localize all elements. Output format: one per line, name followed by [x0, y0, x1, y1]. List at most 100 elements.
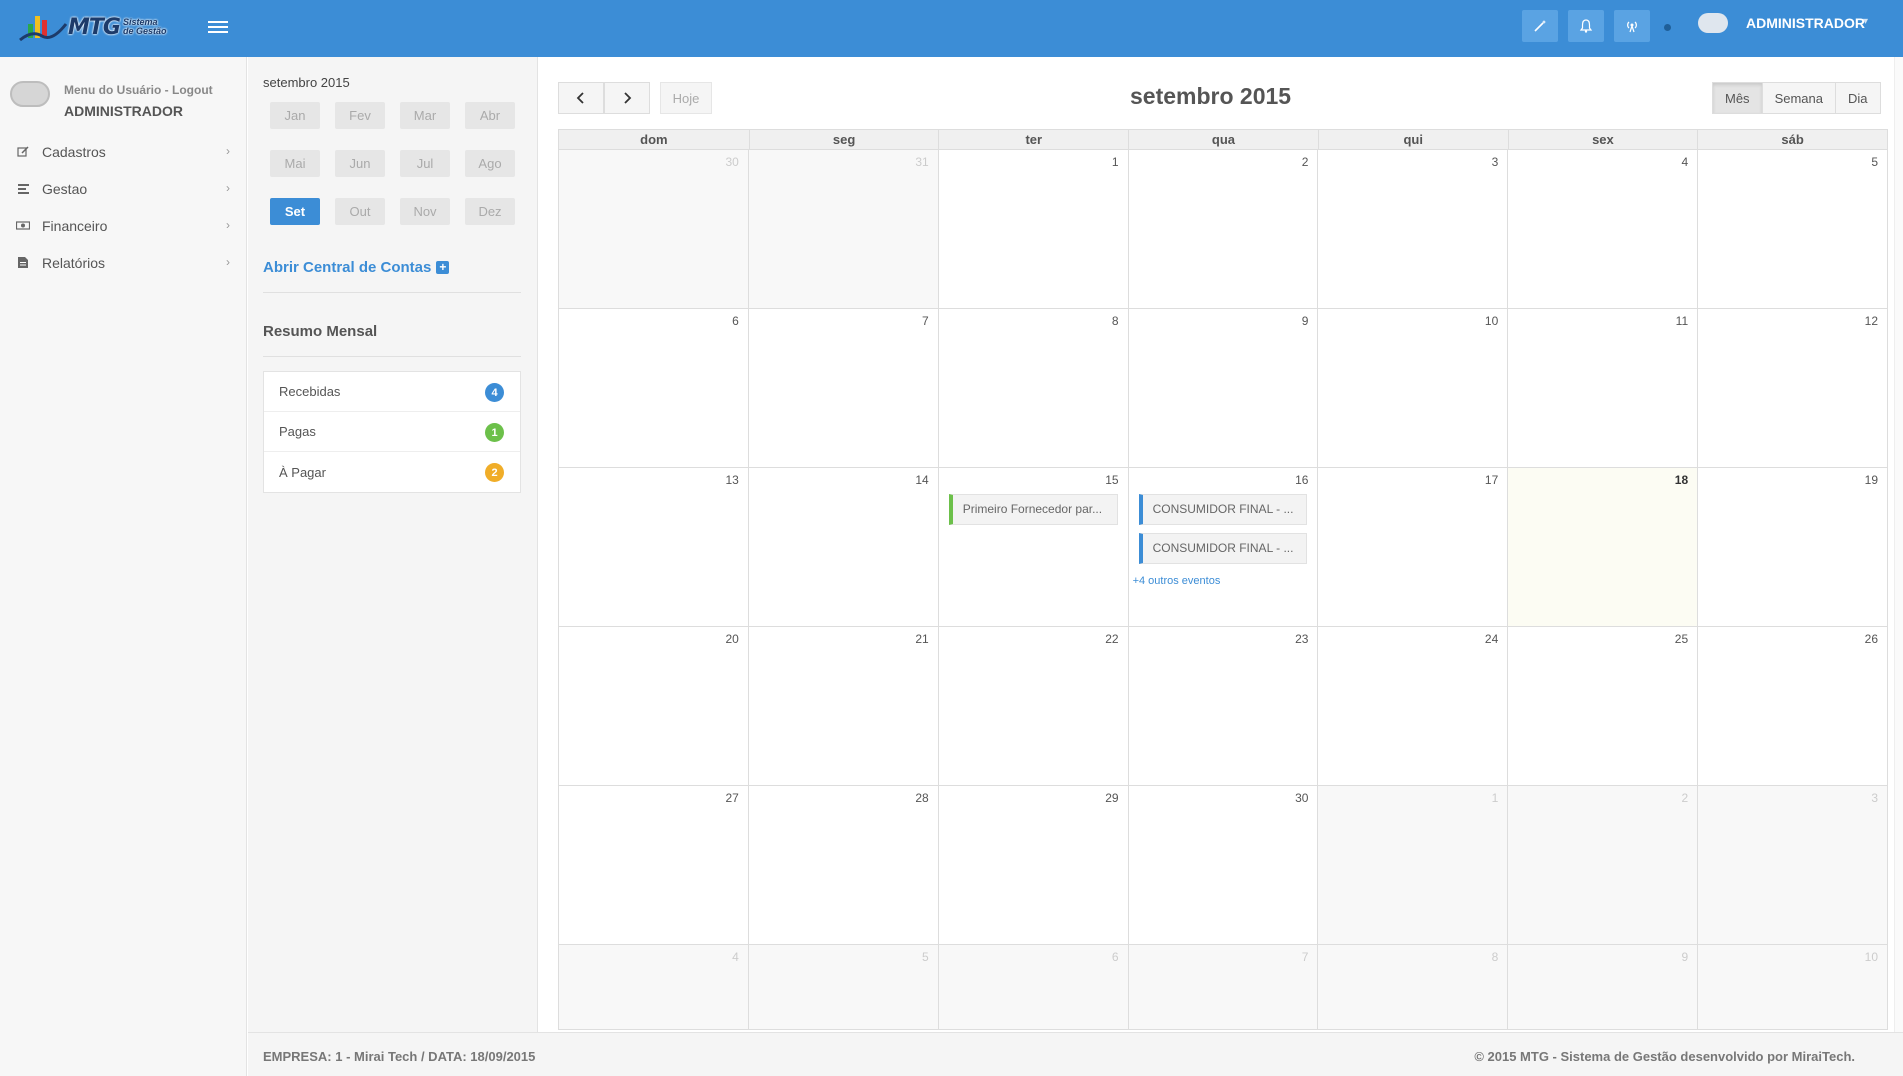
view-month-button[interactable]: Mês — [1712, 82, 1763, 114]
calendar-day-cell[interactable]: 3 — [1698, 786, 1888, 945]
calendar-day-cell[interactable]: 17 — [1318, 468, 1509, 627]
month-button-jun[interactable]: Jun — [335, 150, 385, 177]
calendar-day-cell[interactable]: 14 — [748, 468, 939, 627]
calendar-day-cell[interactable]: 5 — [748, 945, 939, 1030]
calendar-day-cell[interactable]: 8 — [1318, 945, 1509, 1030]
month-button-set[interactable]: Set — [270, 198, 320, 225]
page-scrollbar[interactable] — [1894, 57, 1903, 1032]
calendar-event[interactable]: CONSUMIDOR FINAL - ... — [1138, 494, 1308, 525]
calendar-day-cell[interactable]: 10 — [1318, 309, 1509, 468]
month-button-nov[interactable]: Nov — [400, 198, 450, 225]
calendar-day-cell[interactable]: 27 — [559, 786, 749, 945]
broadcast-button[interactable] — [1614, 10, 1650, 42]
month-button-jul[interactable]: Jul — [400, 150, 450, 177]
calendar-day-cell[interactable]: 24 — [1318, 627, 1509, 786]
calendar-day-cell[interactable]: 4 — [1508, 150, 1699, 309]
sidebar-item-financeiro[interactable]: Financeiro › — [0, 207, 246, 244]
calendar-day-cell[interactable]: 15 Primeiro Fornecedor par... — [938, 468, 1129, 627]
calendar-day-cell[interactable]: 13 — [559, 468, 749, 627]
notifications-button[interactable] — [1568, 10, 1604, 42]
calendar-day-cell[interactable]: 31 — [748, 150, 939, 309]
calendar-day-cell[interactable]: 18 — [1508, 468, 1699, 627]
calendar-day-cell[interactable]: 12 — [1698, 309, 1888, 468]
calendar-day-cell[interactable]: 26 — [1698, 627, 1888, 786]
next-month-button[interactable] — [604, 82, 650, 114]
calendar-day-cell[interactable]: 21 — [748, 627, 939, 786]
day-number: 11 — [1675, 314, 1689, 328]
calendar-event[interactable]: CONSUMIDOR FINAL - ... — [1138, 533, 1308, 564]
calendar-day-cell[interactable]: 4 — [559, 945, 749, 1030]
chevron-right-icon: › — [226, 218, 230, 232]
day-number: 16 — [1295, 473, 1309, 487]
sidebar-item-gestao[interactable]: Gestao › — [0, 170, 246, 207]
sidebar-item-label: Relatórios — [42, 254, 106, 271]
calendar-day-cell[interactable]: 6 — [938, 945, 1129, 1030]
day-number: 19 — [1864, 473, 1878, 487]
day-number: 29 — [1105, 791, 1119, 805]
calendar-day-cell[interactable]: 1 — [938, 150, 1129, 309]
app-logo[interactable]: MTG Sistema de Gestão — [18, 10, 188, 44]
calendar-day-cell[interactable]: 2 — [1128, 150, 1319, 309]
sidebar-item-cadastros[interactable]: Cadastros › — [0, 133, 246, 170]
calendar-day-cell[interactable]: 3 — [1318, 150, 1509, 309]
calendar-title: setembro 2015 — [1130, 83, 1292, 109]
calendar-day-cell[interactable]: 20 — [559, 627, 749, 786]
summary-list: Recebidas 4 Pagas 1 À Pagar 2 — [263, 371, 521, 493]
month-button-jan[interactable]: Jan — [270, 102, 320, 129]
hamburger-menu-icon[interactable] — [208, 18, 228, 36]
calendar-day-cell[interactable]: 25 — [1508, 627, 1699, 786]
chevron-down-icon[interactable]: ▾ — [1863, 16, 1868, 27]
view-week-button[interactable]: Semana — [1761, 82, 1836, 114]
month-button-ago[interactable]: Ago — [465, 150, 515, 177]
calendar-day-cell[interactable]: 30 — [1128, 786, 1319, 945]
calendar-day-cell[interactable]: 6 — [559, 309, 749, 468]
month-button-abr[interactable]: Abr — [465, 102, 515, 129]
summary-item-a-pagar[interactable]: À Pagar 2 — [264, 452, 520, 492]
calendar-day-cell[interactable]: 1 — [1318, 786, 1509, 945]
day-number: 22 — [1105, 632, 1119, 646]
calendar: Hoje setembro 2015 Mês Semana Dia dom seg… — [539, 57, 1903, 1032]
month-button-mai[interactable]: Mai — [270, 150, 320, 177]
weekday-label: seg — [748, 130, 939, 150]
summary-item-recebidas[interactable]: Recebidas 4 — [264, 372, 520, 412]
calendar-day-cell[interactable]: 7 — [748, 309, 939, 468]
calendar-day-cell[interactable]: 29 — [938, 786, 1129, 945]
user-menu-link[interactable]: Menu do Usuário - Logout — [64, 83, 213, 97]
calendar-event[interactable]: Primeiro Fornecedor par... — [948, 494, 1118, 525]
calendar-day-cell[interactable]: 9 — [1508, 945, 1699, 1030]
count-badge: 2 — [485, 463, 504, 482]
prev-month-button[interactable] — [558, 82, 604, 114]
sidebar-item-relatorios[interactable]: Relatórios › — [0, 244, 246, 281]
calendar-day-cell[interactable]: 8 — [938, 309, 1129, 468]
calendar-day-cell[interactable]: 9 — [1128, 309, 1319, 468]
calendar-day-cell[interactable]: 22 — [938, 627, 1129, 786]
calendar-day-cell[interactable]: 28 — [748, 786, 939, 945]
header-user-name[interactable]: ADMINISTRADOR — [1746, 15, 1865, 31]
month-button-dez[interactable]: Dez — [465, 198, 515, 225]
open-accounts-link[interactable]: Abrir Central de Contas + — [263, 259, 450, 276]
user-panel[interactable]: Menu do Usuário - Logout ADMINISTRADOR — [10, 79, 240, 119]
today-button[interactable]: Hoje — [660, 82, 712, 114]
calendar-day-cell[interactable]: 2 — [1508, 786, 1699, 945]
calendar-day-cell[interactable]: 11 — [1508, 309, 1699, 468]
user-avatar[interactable] — [1698, 13, 1728, 33]
calendar-day-cell[interactable]: 19 — [1698, 468, 1888, 627]
summary-item-pagas[interactable]: Pagas 1 — [264, 412, 520, 452]
calendar-day-cell[interactable]: 16 CONSUMIDOR FINAL - ... CONSUMIDOR FINAL… — [1128, 468, 1319, 627]
calendar-day-cell[interactable]: 5 — [1698, 150, 1888, 309]
calendar-day-cell[interactable]: 10 — [1698, 945, 1888, 1030]
calendar-day-cell[interactable]: 7 — [1128, 945, 1319, 1030]
calendar-day-cell[interactable]: 23 — [1128, 627, 1319, 786]
weekday-label: qua — [1128, 130, 1318, 150]
month-button-fev[interactable]: Fev — [335, 102, 385, 129]
day-number: 4 — [732, 950, 739, 964]
month-button-mar[interactable]: Mar — [400, 102, 450, 129]
calendar-week-row: 20 21 22 23 24 25 26 — [558, 627, 1888, 786]
day-number: 5 — [1871, 155, 1878, 169]
more-events-link[interactable]: +4 outros eventos — [1133, 575, 1221, 587]
view-day-button[interactable]: Dia — [1834, 82, 1881, 114]
month-button-out[interactable]: Out — [335, 198, 385, 225]
magic-wand-button[interactable] — [1522, 10, 1558, 42]
summary-item-label: Recebidas — [279, 384, 341, 399]
calendar-day-cell[interactable]: 30 — [559, 150, 749, 309]
